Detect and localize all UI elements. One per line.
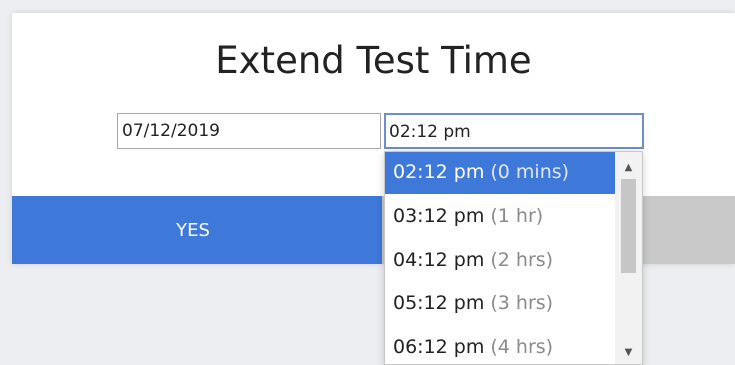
time-option[interactable]: 03:12 pm (1 hr) — [385, 196, 615, 238]
option-duration: (1 hr) — [490, 205, 544, 227]
option-duration: (2 hrs) — [490, 249, 554, 271]
time-option[interactable]: 04:12 pm (2 hrs) — [385, 240, 615, 282]
date-field[interactable]: 07/12/2019 — [117, 113, 381, 149]
option-time: 03:12 pm — [393, 205, 485, 227]
option-time: 04:12 pm — [393, 249, 485, 271]
yes-button[interactable]: YES — [12, 196, 382, 264]
time-field[interactable]: 02:12 pm — [384, 113, 644, 149]
time-option[interactable]: 02:12 pm (0 mins) — [385, 152, 615, 194]
dialog-title: Extend Test Time — [215, 39, 532, 82]
time-option[interactable]: 05:12 pm (3 hrs) — [385, 283, 615, 325]
option-duration: (4 hrs) — [490, 336, 554, 358]
scroll-thumb[interactable] — [621, 179, 636, 273]
option-duration: (0 mins) — [490, 161, 570, 183]
option-duration: (3 hrs) — [490, 292, 554, 314]
scroll-up-icon[interactable]: ▲ — [615, 155, 642, 179]
dropdown-scrollbar[interactable]: ▲ ▼ — [615, 152, 642, 364]
option-time: 06:12 pm — [393, 336, 485, 358]
option-time: 02:12 pm — [393, 161, 485, 183]
option-time: 05:12 pm — [393, 292, 485, 314]
time-dropdown-list[interactable]: 02:12 pm (0 mins) 03:12 pm (1 hr) 04:12 pm… — [384, 151, 643, 365]
scroll-down-icon[interactable]: ▼ — [615, 340, 642, 364]
time-option[interactable]: 06:12 pm (4 hrs) — [385, 327, 615, 364]
